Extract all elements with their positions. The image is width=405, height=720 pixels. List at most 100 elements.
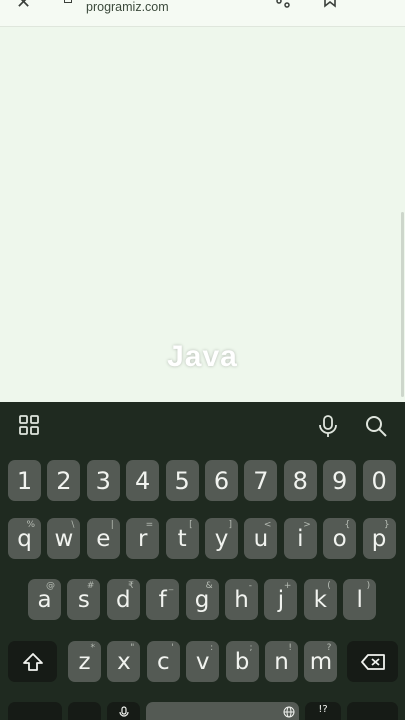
shift-key[interactable] <box>8 641 57 682</box>
browser-toolbar: ✕ programiz.com <box>0 0 405 27</box>
key-y[interactable]: y] <box>205 518 238 559</box>
key-c[interactable]: c ' <box>146 641 180 682</box>
key-label: 5 <box>174 466 190 495</box>
bottom-left-key[interactable] <box>8 702 62 720</box>
key-5[interactable]: 5 <box>165 460 199 501</box>
url-text[interactable]: programiz.com <box>86 0 169 14</box>
key-6[interactable]: 6 <box>205 460 238 501</box>
shift-icon <box>22 652 43 671</box>
key-h[interactable]: h- <box>225 579 258 620</box>
key-label: t <box>177 525 187 552</box>
key-u[interactable]: u < <box>244 518 278 559</box>
key-hint: ( <box>327 581 331 591</box>
key-m[interactable]: m? <box>304 641 338 682</box>
bottom-key-2[interactable] <box>68 702 101 720</box>
share-icon[interactable] <box>276 0 290 11</box>
key-hint: ' <box>171 643 174 653</box>
key-label: 2 <box>56 466 72 495</box>
keyboard-toolbar <box>0 402 405 450</box>
key-9[interactable]: 9 <box>323 460 357 501</box>
key-hint: | <box>110 520 114 530</box>
key-z[interactable]: z * <box>68 641 101 682</box>
lock-icon <box>64 0 72 3</box>
mic-small-icon <box>118 706 129 717</box>
mic-icon[interactable] <box>316 414 340 438</box>
key-1[interactable]: 1 <box>8 460 41 501</box>
key-w[interactable]: w \ <box>47 518 81 559</box>
key-j[interactable]: j + <box>264 579 298 620</box>
key-hint: ! <box>288 643 292 653</box>
search-icon[interactable] <box>364 414 388 438</box>
key-label: 4 <box>135 466 151 495</box>
key-label: 0 <box>371 466 387 495</box>
key-label: 9 <box>332 466 348 495</box>
key-hint: [ <box>189 520 193 530</box>
more-icon[interactable] <box>376 0 382 11</box>
key-label: c <box>156 648 170 675</box>
key-label: k <box>313 586 327 613</box>
key-label: h <box>234 586 249 613</box>
key-i[interactable]: i > <box>283 518 317 559</box>
key-hint: < <box>263 520 272 530</box>
key-label: x <box>117 648 131 675</box>
key-hint: _ <box>168 581 174 591</box>
bookmark-icon[interactable] <box>323 0 337 11</box>
key-t[interactable]: t[ <box>165 518 199 559</box>
key-e[interactable]: e | <box>86 518 120 559</box>
key-g[interactable]: g & <box>185 579 219 620</box>
key-f[interactable]: f _ <box>146 579 180 620</box>
globe-icon <box>283 706 295 718</box>
key-hint: " <box>130 643 135 653</box>
key-hint: + <box>283 581 292 591</box>
key-hint: ? <box>326 643 332 653</box>
key-p[interactable]: p} <box>362 518 396 559</box>
key-0[interactable]: 0 <box>362 460 396 501</box>
key-s[interactable]: s # <box>67 579 101 620</box>
key-hint: & <box>205 581 213 591</box>
key-hint: @ <box>46 581 55 591</box>
key-hint: ) <box>366 581 371 591</box>
key-3[interactable]: 3 <box>86 460 120 501</box>
key-hint: > <box>303 520 311 530</box>
key-b[interactable]: b; <box>225 641 259 682</box>
key-hint: ; <box>249 643 253 653</box>
key-hint: % <box>26 520 35 530</box>
key-o[interactable]: o{ <box>323 518 357 559</box>
key-hint: : <box>210 643 214 653</box>
voice-key[interactable] <box>107 702 140 720</box>
key-label: 3 <box>95 466 111 495</box>
key-r[interactable]: r = <box>126 518 160 559</box>
space-key[interactable] <box>146 702 299 720</box>
key-hint: = <box>145 520 154 530</box>
key-label: l <box>356 586 363 613</box>
key-label: f <box>158 586 167 613</box>
key-v[interactable]: v: <box>186 641 220 682</box>
key-7[interactable]: 7 <box>244 460 278 501</box>
keyboard: 1 2 3 4 5 6 7 8 9 0 q% w \ e | r = t[y] u < i > o{p} a @ s # d ₹ f _ g &… <box>0 402 405 720</box>
key-hint: ] <box>228 520 232 530</box>
key-4[interactable]: 4 <box>126 460 160 501</box>
backspace-icon <box>360 653 385 670</box>
key-label: v <box>195 648 210 675</box>
enter-key[interactable] <box>347 702 398 720</box>
key-label: 6 <box>213 466 230 495</box>
key-k[interactable]: k( <box>303 579 337 620</box>
key-2[interactable]: 2 <box>47 460 81 501</box>
symbols-key[interactable]: !? <box>305 702 341 720</box>
key-label: b <box>234 648 250 675</box>
key-label: n <box>274 648 289 675</box>
key-label: e <box>96 525 111 552</box>
key-hint: ₹ <box>128 581 134 591</box>
key-a[interactable]: a @ <box>28 579 61 620</box>
grid-icon[interactable] <box>18 414 42 438</box>
key-d[interactable]: d ₹ <box>106 579 140 620</box>
close-icon[interactable]: ✕ <box>16 0 31 13</box>
key-label: y <box>214 525 229 552</box>
key-q[interactable]: q% <box>8 518 41 559</box>
key-l[interactable]: l) <box>343 579 377 620</box>
backspace-key[interactable] <box>347 641 398 682</box>
key-n[interactable]: n! <box>265 641 298 682</box>
key-label: z <box>78 648 91 675</box>
key-8[interactable]: 8 <box>283 460 317 501</box>
key-x[interactable]: x " <box>107 641 141 682</box>
